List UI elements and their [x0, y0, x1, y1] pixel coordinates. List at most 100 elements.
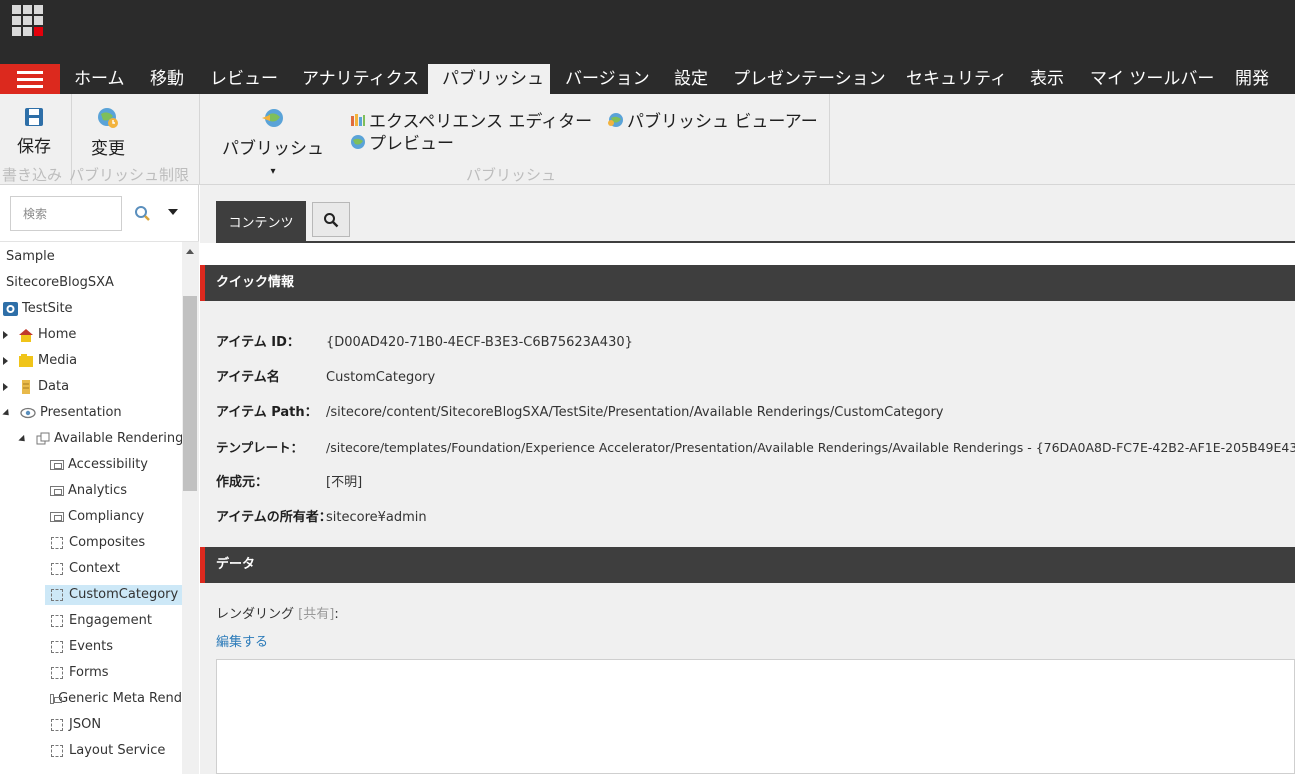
media-icon	[19, 354, 33, 367]
quick-info-header[interactable]: クイック情報	[200, 265, 1295, 301]
tab-presentation[interactable]: プレゼンテーション	[719, 64, 900, 94]
tab-developer[interactable]: 開発	[1221, 64, 1283, 94]
tree-item-customcategory[interactable]: CustomCategory	[45, 585, 183, 605]
info-row-template: テンプレート： /sitecore/templates/Foundation/Ex…	[216, 439, 1295, 457]
tab-review[interactable]: レビュー	[196, 64, 292, 94]
tree-item-home[interactable]: Home	[3, 325, 76, 345]
tree-item-available-renderings[interactable]: Available Renderings	[18, 429, 191, 449]
search-icon	[324, 212, 339, 227]
tree-item-generic-meta[interactable]: Generic Meta Rend	[50, 689, 182, 709]
info-row-created-from: 作成元： [不明]	[216, 474, 362, 492]
tab-home[interactable]: ホーム	[60, 64, 139, 94]
tree-item-label: Available Renderings	[54, 431, 191, 446]
tab-content[interactable]: コンテンツ	[216, 201, 306, 242]
eye-icon	[20, 407, 36, 419]
field-colon: :	[334, 607, 339, 622]
save-icon	[25, 108, 43, 126]
tree-item-events[interactable]: Events	[51, 637, 113, 657]
tree-item-composites[interactable]: Composites	[51, 533, 145, 553]
data-section-header[interactable]: データ	[200, 547, 1295, 583]
save-label: 保存	[17, 137, 51, 157]
content-editor: コンテンツ クイック情報 アイテム ID： {D00AD420-71B0-4ECF…	[200, 185, 1295, 774]
rendering-dashed-icon	[51, 719, 63, 731]
tab-versions[interactable]: バージョン	[551, 64, 664, 94]
info-key: アイテム名	[216, 370, 280, 385]
content-search-button[interactable]	[312, 202, 350, 237]
tree-item-media[interactable]: Media	[3, 351, 77, 371]
info-row-item-name: アイテム名 CustomCategory	[216, 369, 435, 387]
publish-viewer-button[interactable]: パブリッシュ ビューアー	[607, 107, 818, 132]
tree-item-accessibility[interactable]: Accessibility	[50, 455, 148, 475]
scrollbar-thumb[interactable]	[183, 296, 197, 491]
info-key: テンプレート：	[216, 440, 304, 455]
globe-clock-icon	[98, 108, 118, 128]
tab-analytics[interactable]: アナリティクス	[288, 64, 433, 94]
expand-arrow-icon[interactable]	[3, 383, 8, 391]
rendering-dashed-icon	[51, 641, 63, 653]
renderings-folder-icon	[36, 432, 50, 445]
tree-item-label: Composites	[69, 535, 146, 550]
collapse-arrow-icon[interactable]	[18, 434, 28, 444]
tree-item-label: SitecoreBlogSXA	[6, 275, 114, 290]
collapse-arrow-icon[interactable]	[2, 408, 12, 418]
save-button[interactable]: 保存	[14, 106, 54, 157]
expand-arrow-icon[interactable]	[3, 331, 8, 339]
ribbon-panel: 保存 変更 書き込み パブリッシュ制限 パブリッシュ ▾ エクスペリエンス エデ…	[0, 94, 1295, 185]
info-value: /sitecore/templates/Foundation/Experienc…	[326, 440, 1295, 455]
chevron-down-icon[interactable]	[168, 209, 178, 215]
tree-item-testsite[interactable]: TestSite	[3, 299, 73, 319]
publish-viewer-icon	[608, 112, 623, 127]
tree-item-label: Data	[38, 379, 70, 394]
search-icon[interactable]	[134, 205, 151, 222]
site-icon	[3, 302, 18, 316]
preview-button[interactable]: プレビュー	[350, 129, 454, 154]
info-value: CustomCategory	[326, 370, 436, 385]
tree-item-sitecoreblogsxa[interactable]: SitecoreBlogSXA	[6, 273, 114, 293]
tree-item-label: Analytics	[68, 483, 128, 498]
tree-item-context[interactable]: Context	[51, 559, 120, 579]
tree-item-sample[interactable]: Sample	[6, 247, 55, 267]
info-row-item-path: アイテム Path： /sitecore/content/SitecoreBlog…	[216, 404, 944, 422]
group-label-publish-restrict: パブリッシュ制限	[69, 166, 190, 184]
publish-label: パブリッシュ	[222, 139, 324, 159]
scroll-up-icon[interactable]	[186, 249, 194, 254]
change-restrictions-button[interactable]: 変更	[86, 106, 130, 159]
publish-button[interactable]: パブリッシュ ▾	[218, 106, 328, 179]
tree-item-label: TestSite	[22, 301, 73, 316]
tree-item-layout-service[interactable]: Layout Service	[51, 741, 165, 761]
info-value: sitecore¥admin	[326, 510, 427, 525]
tab-my-toolbar[interactable]: マイ ツールバー	[1076, 64, 1228, 94]
expand-arrow-icon[interactable]	[3, 357, 8, 365]
tab-publish[interactable]: パブリッシュ	[428, 64, 550, 94]
tree-item-analytics[interactable]: Analytics	[50, 481, 127, 501]
rendering-icon	[50, 460, 64, 470]
publish-globe-icon	[262, 109, 283, 127]
tree-item-json[interactable]: JSON	[51, 715, 101, 735]
tree-item-forms[interactable]: Forms	[51, 663, 109, 683]
top-bar	[0, 0, 1295, 46]
group-label-write: 書き込み	[2, 166, 63, 184]
tab-configure[interactable]: 設定	[660, 64, 722, 94]
search-input[interactable]: 検索	[10, 196, 122, 231]
tree-item-label: Layout Service	[69, 743, 166, 758]
tree-item-engagement[interactable]: Engagement	[51, 611, 152, 631]
info-key: 作成元：	[216, 475, 269, 490]
hamburger-menu-icon[interactable]	[0, 64, 60, 94]
tree-item-compliancy[interactable]: Compliancy	[50, 507, 144, 527]
tree-item-label: Engagement	[69, 613, 152, 628]
tree-item-presentation[interactable]: Presentation	[2, 403, 122, 423]
tree-item-data[interactable]: Data	[3, 377, 69, 397]
tree-item-label: CustomCategory	[69, 587, 179, 602]
spacer	[200, 243, 1295, 265]
rendering-icon	[50, 512, 64, 522]
tree-item-label: Accessibility	[68, 457, 148, 472]
renderings-field-box[interactable]	[216, 659, 1295, 774]
group-label-publish: パブリッシュ	[466, 166, 557, 184]
edit-link[interactable]: 編集する	[216, 631, 268, 650]
tab-security[interactable]: セキュリティ	[892, 64, 1021, 94]
tab-navigate[interactable]: 移動	[136, 64, 198, 94]
tree-item-label: Generic Meta Rend	[58, 691, 182, 706]
launchpad-grid-icon[interactable]	[12, 5, 45, 38]
tab-view[interactable]: 表示	[1016, 64, 1078, 94]
info-key: アイテムの所有者：	[216, 510, 332, 525]
